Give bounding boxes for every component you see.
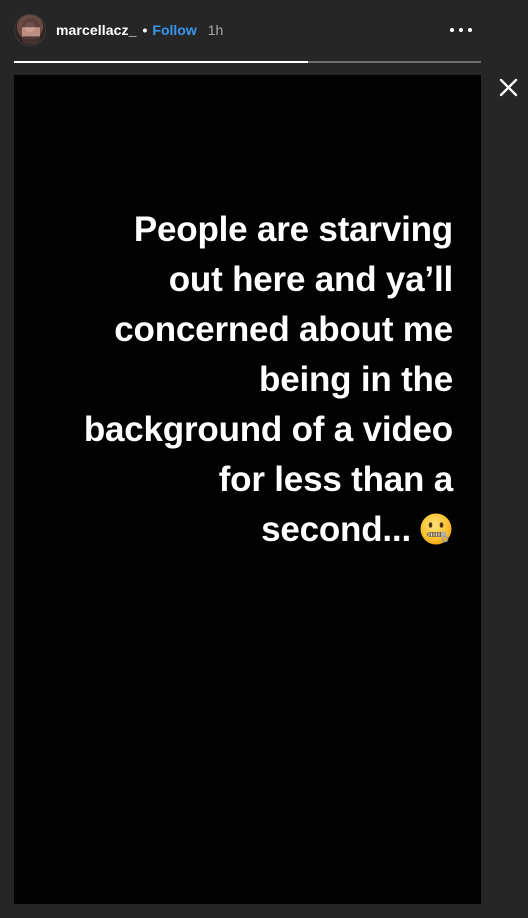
timestamp: 1h [207, 22, 224, 38]
story-text-line: being in the [259, 360, 453, 399]
story-media[interactable]: People are starving out here and ya’ll c… [14, 75, 481, 904]
story-header: marcellacz_ • Follow 1h [14, 12, 482, 48]
separator-dot: • [142, 22, 148, 38]
story-text: People are starving out here and ya’ll c… [33, 205, 453, 555]
story-progress-fill [14, 61, 309, 63]
username[interactable]: marcellacz_ [56, 22, 137, 38]
story-text-line: for less than a [218, 460, 453, 499]
more-options-icon[interactable] [450, 23, 472, 37]
follow-button[interactable]: Follow [152, 22, 196, 38]
avatar[interactable] [14, 14, 46, 46]
more-dot [468, 28, 472, 32]
story-text-line: People are starving [133, 210, 453, 249]
zipper-mouth-face-emoji-icon [420, 513, 452, 545]
story-text-line: background of a video [83, 410, 453, 449]
more-dot [459, 28, 463, 32]
story-text-line: concerned about me [114, 310, 453, 349]
story-text-line-content: second... [261, 510, 411, 549]
story-text-line: out here and ya’ll [168, 260, 453, 299]
more-dot [450, 28, 454, 32]
story-viewer: marcellacz_ • Follow 1h People are starv… [0, 0, 528, 918]
close-icon[interactable] [499, 78, 518, 97]
story-text-line-last: second... [33, 505, 453, 555]
story-progress-bar [14, 61, 481, 63]
